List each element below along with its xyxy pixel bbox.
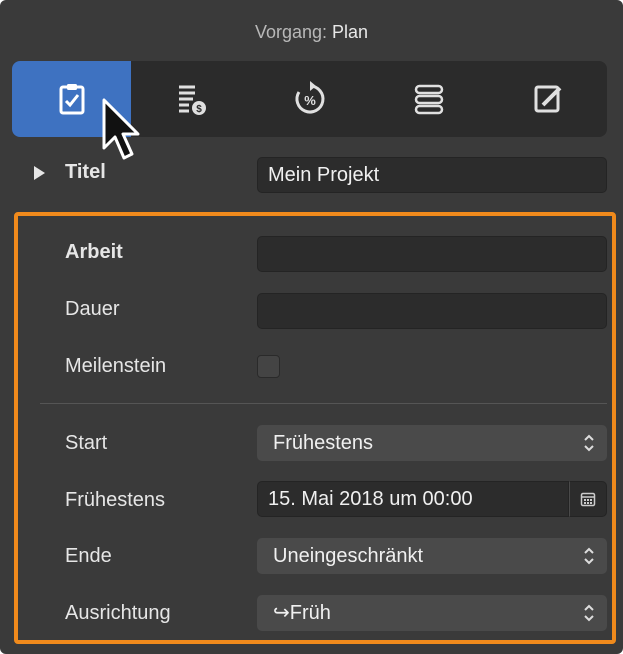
meilenstein-label: Meilenstein [65, 355, 167, 377]
calendar-icon [580, 492, 596, 507]
dauer-label: Dauer [65, 298, 120, 320]
percent-progress-icon: % [295, 81, 324, 114]
inspector-tab-bar: $ % [12, 61, 607, 137]
ende-select-value: Uneingeschränkt [273, 545, 424, 567]
start-select[interactable]: Frühestens [257, 425, 607, 461]
fruehestens-label: Frühestens [65, 489, 166, 511]
tab-cost[interactable]: $ [131, 61, 250, 137]
tab-notes[interactable] [488, 61, 607, 137]
fruehestens-date-field[interactable]: 15. Mai 2018 um 00:00 [257, 481, 569, 517]
disclosure-triangle-icon[interactable] [34, 166, 45, 180]
svg-text:$: $ [196, 104, 202, 115]
ausrichtung-select[interactable]: ↪Früh [257, 595, 607, 631]
updown-chevron-icon [584, 434, 594, 452]
tab-progress[interactable]: % [250, 61, 369, 137]
title-prefix: Vorgang: [254, 22, 327, 42]
ausrichtung-select-value: ↪Früh [273, 602, 331, 624]
list-rows-icon [414, 84, 443, 115]
start-label: Start [65, 432, 108, 454]
ende-label: Ende [65, 545, 112, 567]
cost-list-icon: $ [178, 85, 206, 115]
start-select-value: Frühestens [273, 432, 374, 454]
meilenstein-checkbox[interactable] [257, 355, 280, 378]
ausrichtung-label: Ausrichtung [65, 602, 171, 624]
tab-structure[interactable] [369, 61, 488, 137]
edit-note-icon [534, 85, 561, 113]
calendar-button[interactable] [569, 481, 607, 517]
arbeit-field[interactable] [257, 236, 607, 272]
tab-task-plan[interactable] [12, 61, 131, 137]
ende-select[interactable]: Uneingeschränkt [257, 538, 607, 574]
updown-chevron-icon [584, 604, 594, 622]
dauer-field[interactable] [257, 293, 607, 329]
section-divider [40, 403, 607, 404]
title-label: Titel [65, 161, 106, 183]
arbeit-label: Arbeit [65, 241, 123, 263]
title-field[interactable]: Mein Projekt [257, 157, 607, 193]
title-value: Plan [332, 22, 369, 42]
svg-text:%: % [304, 93, 316, 108]
panel-title: Vorgang: Plan [0, 22, 623, 43]
clipboard-check-icon [59, 84, 84, 115]
updown-chevron-icon [584, 547, 594, 565]
inspector-panel: Vorgang: Plan $ % Titel Mein Projekt Arb… [0, 0, 623, 654]
